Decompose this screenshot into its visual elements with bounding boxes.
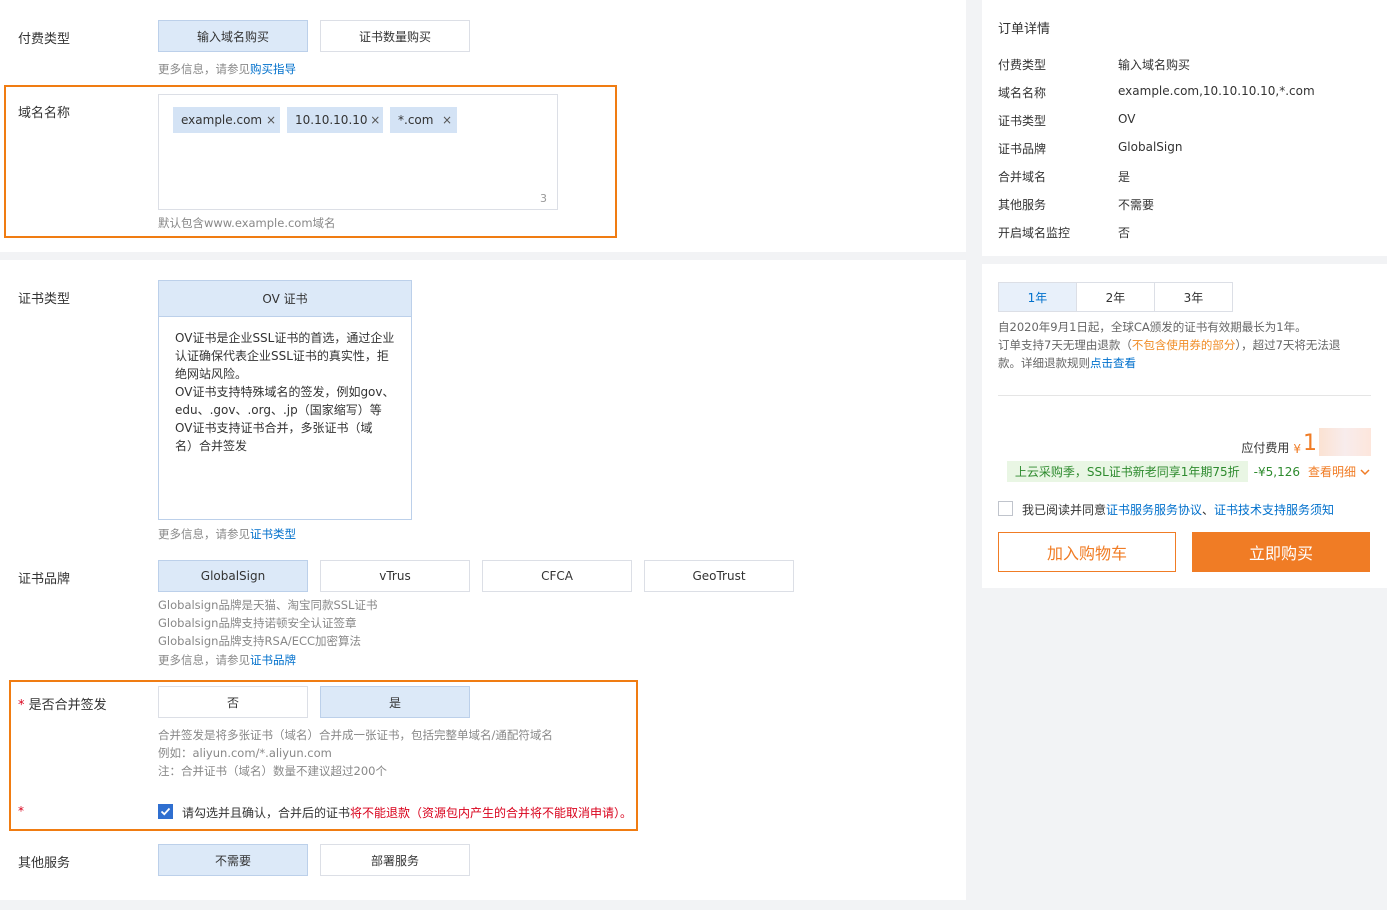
order-row-key: 付费类型 bbox=[998, 58, 1047, 72]
brand-option-cfca[interactable]: CFCA bbox=[482, 560, 632, 592]
discount-value: -¥5,126 bbox=[1253, 464, 1300, 479]
order-row-value: example.com,10.10.10.10,*.com bbox=[1118, 84, 1315, 98]
buy-now-button[interactable]: 立即购买 bbox=[1192, 532, 1370, 572]
order-row-key: 域名名称 bbox=[998, 86, 1047, 100]
merge-option-yes[interactable]: 是 bbox=[320, 686, 470, 718]
cert-type-label: 证书类型 bbox=[18, 292, 71, 307]
payment-domain-panel: 付费类型 输入域名购买 证书数量购买 更多信息，请参见购买指导 域名名称 exa… bbox=[0, 0, 966, 252]
validity-note: 自2020年9月1日起，全球CA颁发的证书有效期最长为1年。 bbox=[998, 320, 1307, 334]
refund-note-cont: 款。详细退款规则点击查看 bbox=[998, 356, 1136, 370]
check-icon bbox=[160, 807, 171, 816]
order-row-key: 开启域名监控 bbox=[998, 226, 1071, 240]
close-icon[interactable]: × bbox=[437, 113, 457, 127]
order-row-key: 合并域名 bbox=[998, 170, 1047, 184]
fee-label: 应付费用 bbox=[1241, 441, 1290, 455]
domain-tag: 10.10.10.10 × bbox=[287, 107, 383, 133]
merge-hint: 例如：aliyun.com/*.aliyun.com bbox=[158, 746, 332, 760]
payment-hint: 更多信息，请参见购买指导 bbox=[158, 62, 296, 76]
order-detail-title: 订单详情 bbox=[998, 22, 1051, 37]
duration-selector: 1年 2年 3年 bbox=[998, 282, 1238, 312]
order-row-value: 输入域名购买 bbox=[1118, 58, 1191, 72]
payment-option-quantity[interactable]: 证书数量购买 bbox=[320, 20, 470, 52]
refund-rules-link[interactable]: 点击查看 bbox=[1090, 356, 1136, 370]
service-agreement-link[interactable]: 证书服务服务协议 bbox=[1106, 503, 1202, 517]
cert-type-link[interactable]: 证书类型 bbox=[250, 527, 296, 541]
brand-option-geotrust[interactable]: GeoTrust bbox=[644, 560, 794, 592]
agree-checkbox[interactable] bbox=[998, 501, 1013, 516]
promo-badge: 上云采购季，SSL证书新老同享1年期75折 bbox=[1006, 461, 1248, 482]
cert-config-panel: 证书类型 OV 证书 OV证书是企业SSL证书的首选，通过企业 认证确保代表企业… bbox=[0, 260, 966, 900]
order-row-key: 其他服务 bbox=[998, 198, 1047, 212]
order-detail-panel: 订单详情 付费类型 输入域名购买 域名名称 example.com,10.10.… bbox=[982, 0, 1387, 256]
domain-tag: example.com × bbox=[173, 107, 280, 133]
cert-type-hint: 更多信息，请参见证书类型 bbox=[158, 527, 296, 541]
view-detail-link[interactable]: 查看明细 bbox=[1308, 463, 1356, 480]
other-option-none[interactable]: 不需要 bbox=[158, 844, 308, 876]
other-option-deploy[interactable]: 部署服务 bbox=[320, 844, 470, 876]
purchase-guide-link[interactable]: 购买指导 bbox=[250, 62, 296, 76]
brand-option-globalsign[interactable]: GlobalSign bbox=[158, 560, 308, 592]
merge-confirm-text: 请勾选并且确认，合并后的证书将不能退款（资源包内产生的合并将不能取消申请）。 bbox=[182, 806, 633, 820]
refund-note: 订单支持7天无理由退款（不包含使用券的部分），超过7天将无法退 bbox=[998, 338, 1341, 352]
merge-option-no[interactable]: 否 bbox=[158, 686, 308, 718]
chevron-down-icon[interactable] bbox=[1359, 466, 1371, 478]
fee-blurred bbox=[1319, 428, 1371, 456]
merge-label: * 是否合并签发 bbox=[18, 698, 107, 713]
support-terms-link[interactable]: 证书技术支持服务须知 bbox=[1214, 503, 1334, 517]
duration-option-2y[interactable]: 2年 bbox=[1076, 282, 1155, 312]
payment-option-domain[interactable]: 输入域名购买 bbox=[158, 20, 308, 52]
add-to-cart-button[interactable]: 加入购物车 bbox=[998, 532, 1176, 572]
cert-type-option-ov[interactable]: OV 证书 bbox=[159, 281, 411, 317]
brand-label: 证书品牌 bbox=[18, 572, 71, 587]
domain-count: 3 bbox=[540, 192, 547, 205]
merge-hint: 合并签发是将多张证书（域名）合并成一张证书，包括完整单域名/通配符域名 bbox=[158, 728, 553, 742]
required-mark: * bbox=[18, 698, 25, 713]
close-icon[interactable]: × bbox=[262, 113, 280, 127]
brand-link[interactable]: 证书品牌 bbox=[250, 653, 296, 667]
brand-hint: Globalsign品牌支持诺顿安全认证签章 bbox=[158, 616, 357, 630]
domain-input-box[interactable]: example.com × 10.10.10.10 × *.com × 3 bbox=[158, 94, 558, 210]
domain-tag: *.com × bbox=[390, 107, 457, 133]
order-row-key: 证书品牌 bbox=[998, 142, 1047, 156]
order-row-value: 否 bbox=[1118, 226, 1131, 240]
order-row-value: 不需要 bbox=[1118, 198, 1155, 212]
cert-type-desc: OV证书是企业SSL证书的首选，通过企业 认证确保代表企业SSL证书的真实性，拒… bbox=[175, 331, 395, 453]
order-rows: 付费类型 输入域名购买 域名名称 example.com,10.10.10.10… bbox=[998, 56, 1378, 246]
merge-confirm-checkbox[interactable] bbox=[158, 804, 173, 819]
domain-name-label: 域名名称 bbox=[18, 106, 71, 121]
order-row-value: 是 bbox=[1118, 170, 1131, 184]
other-service-label: 其他服务 bbox=[18, 856, 71, 871]
order-row-value: OV bbox=[1118, 112, 1136, 126]
fee-currency: ¥ bbox=[1293, 442, 1301, 456]
domain-hint: 默认包含www.example.com域名 bbox=[158, 216, 336, 230]
brand-hint: Globalsign品牌支持RSA/ECC加密算法 bbox=[158, 634, 362, 648]
duration-option-3y[interactable]: 3年 bbox=[1154, 282, 1233, 312]
required-mark: * bbox=[18, 804, 24, 818]
brand-hint: Globalsign品牌是天猫、淘宝同款SSL证书 bbox=[158, 598, 378, 612]
brand-option-vtrus[interactable]: vTrus bbox=[320, 560, 470, 592]
payment-type-label: 付费类型 bbox=[18, 32, 71, 47]
purchase-panel: 1年 2年 3年 自2020年9月1日起，全球CA颁发的证书有效期最长为1年。 … bbox=[982, 264, 1387, 588]
fee-value: 1 bbox=[1303, 431, 1317, 456]
promo-row: 上云采购季，SSL证书新老同享1年期75折 -¥5,126 查看明细 bbox=[1006, 461, 1371, 482]
close-icon[interactable]: × bbox=[368, 113, 383, 127]
divider bbox=[998, 395, 1371, 396]
agree-text: 我已阅读并同意证书服务服务协议、证书技术支持服务须知 bbox=[1022, 503, 1335, 517]
order-row-key: 证书类型 bbox=[998, 114, 1047, 128]
duration-option-1y[interactable]: 1年 bbox=[998, 282, 1077, 312]
brand-more-hint: 更多信息，请参见证书品牌 bbox=[158, 653, 296, 667]
merge-hint: 注：合并证书（域名）数量不建议超过200个 bbox=[158, 764, 387, 778]
cert-type-card[interactable]: OV 证书 OV证书是企业SSL证书的首选，通过企业 认证确保代表企业SSL证书… bbox=[158, 280, 412, 520]
fee-row: 应付费用 ¥ 1 bbox=[1241, 428, 1371, 456]
order-row-value: GlobalSign bbox=[1118, 140, 1183, 154]
